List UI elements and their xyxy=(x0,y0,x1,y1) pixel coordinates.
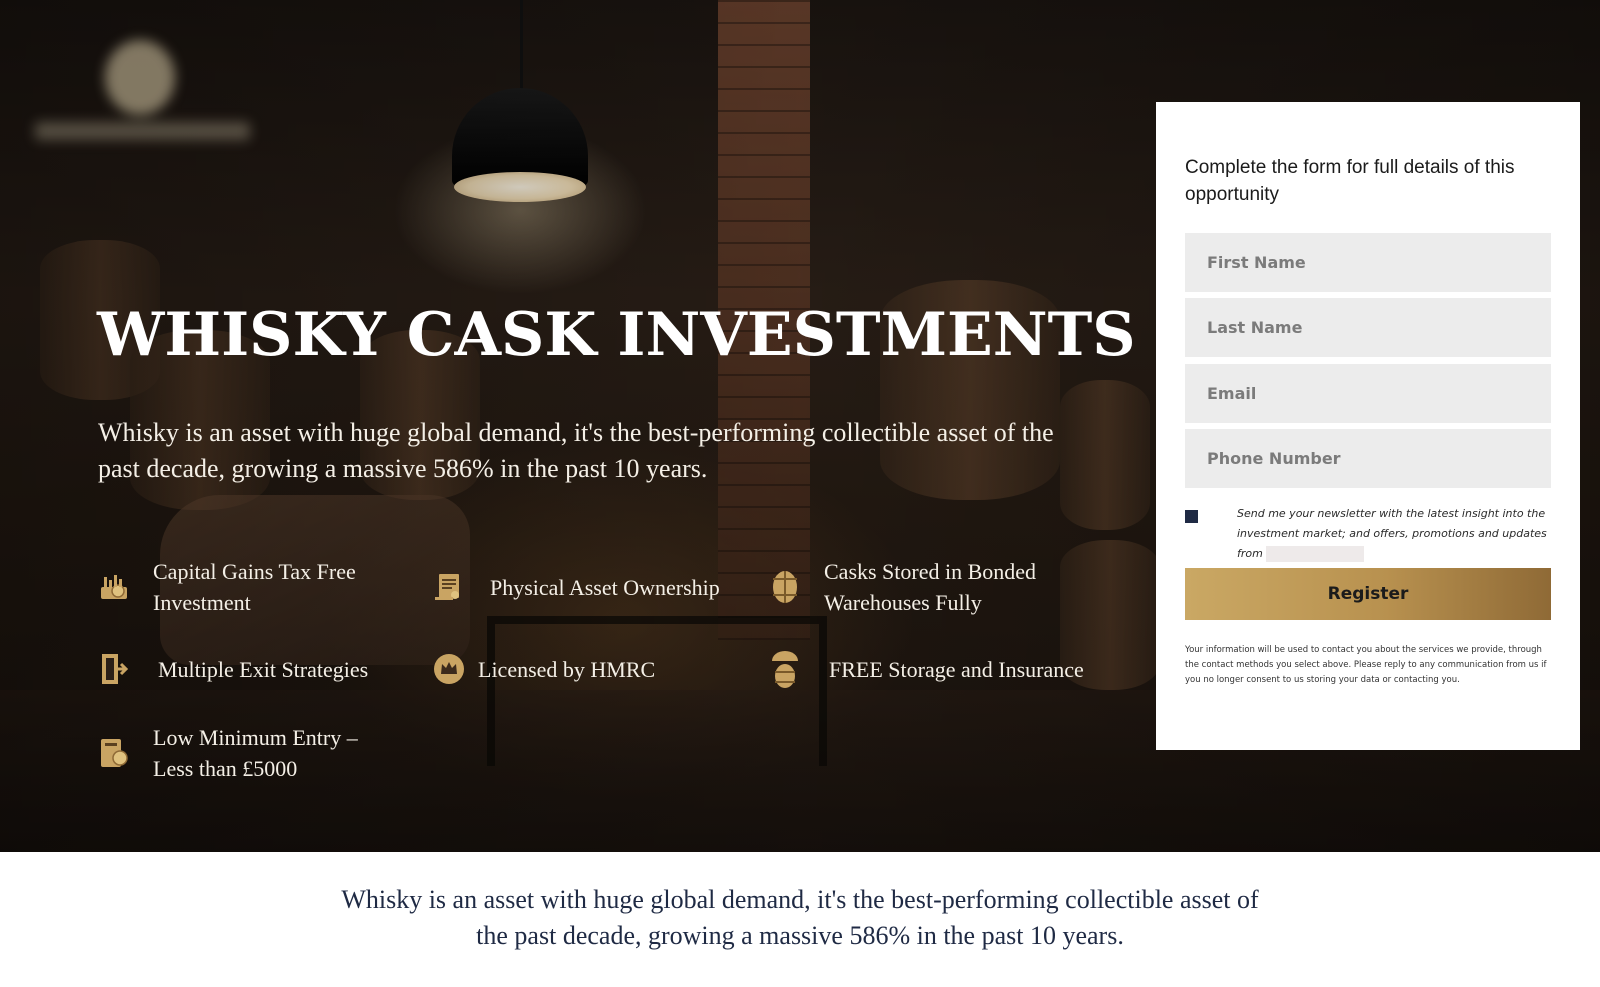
redacted-brand-name xyxy=(1266,546,1365,562)
email-field[interactable] xyxy=(1185,364,1551,423)
feature-label: Multiple Exit Strategies xyxy=(158,656,369,682)
exit-door-icon xyxy=(97,652,131,686)
form-heading: Complete the form for full details of th… xyxy=(1185,157,1515,205)
feature-capital-gains: Capital Gains Tax Free Investment xyxy=(97,556,397,618)
first-name-field[interactable] xyxy=(1185,233,1551,292)
umbrella-barrel-icon xyxy=(768,651,802,688)
hero-section: WHISKY CASK INVESTMENTS Whisky is an ass… xyxy=(0,0,1600,852)
register-button[interactable]: Register xyxy=(1185,568,1551,620)
feature-exit-strategies: Multiple Exit Strategies xyxy=(97,652,397,686)
feature-licensed-hmrc: Licensed by HMRC xyxy=(432,652,752,686)
logo-mark xyxy=(105,40,175,115)
newsletter-checkbox[interactable] xyxy=(1185,510,1198,523)
feature-label: Licensed by HMRC xyxy=(478,656,656,682)
logo-wordmark xyxy=(35,122,250,140)
feature-label: Casks Stored in Bonded Warehouses Fully xyxy=(824,559,1037,615)
feature-free-storage: FREE Storage and Insurance xyxy=(768,651,1108,688)
crown-icon xyxy=(432,652,466,686)
feature-label: Physical Asset Ownership xyxy=(490,574,720,600)
hero-subtitle: Whisky is an asset with huge global dema… xyxy=(98,418,1054,483)
phone-number-field[interactable] xyxy=(1185,429,1551,488)
certificate-icon xyxy=(432,570,466,604)
consent-text-wrap: Send me your newsletter with the latest … xyxy=(1237,504,1557,564)
intro-statement: Whisky is an asset with huge global dema… xyxy=(341,885,1259,950)
newsletter-consent: Send me your newsletter with the latest … xyxy=(1185,504,1557,564)
feature-low-minimum: Low Minimum Entry – Less than £5000 xyxy=(97,722,397,784)
gold-coins-icon xyxy=(97,570,131,604)
brand-logo[interactable] xyxy=(35,40,250,145)
barrel-icon xyxy=(768,570,802,604)
feature-label: Capital Gains Tax Free Investment xyxy=(153,559,356,615)
feature-physical-asset: Physical Asset Ownership xyxy=(432,570,752,604)
feature-label: Low Minimum Entry – Less than £5000 xyxy=(153,725,358,781)
hero-title: WHISKY CASK INVESTMENTS xyxy=(97,300,1136,370)
last-name-field[interactable] xyxy=(1185,298,1551,357)
feature-label: FREE Storage and Insurance xyxy=(829,656,1084,682)
money-icon xyxy=(97,736,131,770)
lead-form: Complete the form for full details of th… xyxy=(1156,102,1580,750)
feature-bonded-warehouses: Casks Stored in Bonded Warehouses Fully xyxy=(768,556,1088,618)
privacy-notice: Your information will be used to contact… xyxy=(1185,645,1547,685)
